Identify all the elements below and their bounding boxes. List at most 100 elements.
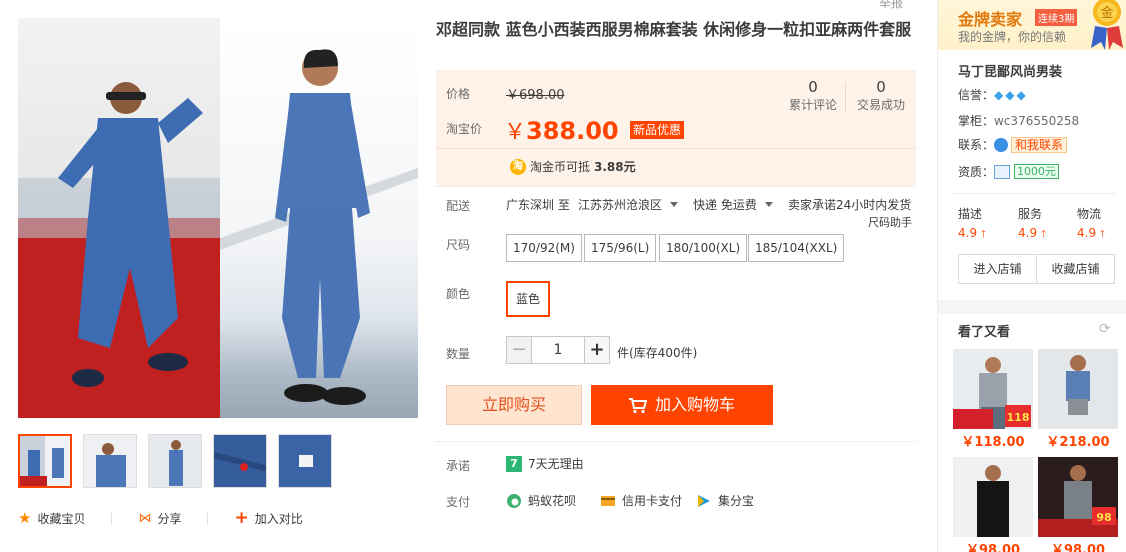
arrow-up-icon: 🡑 — [1040, 229, 1047, 240]
recommend-price: ￥98.00 — [1050, 543, 1106, 552]
jifenbao-icon — [698, 494, 710, 507]
svg-text:98: 98 — [1096, 511, 1111, 524]
qualification-row: 资质： 1000元 — [958, 163, 1060, 180]
thumbnail-5[interactable] — [278, 434, 332, 488]
seven-day-icon: 7 — [506, 455, 522, 472]
taobao-coin-line: 淘 淘金币可抵 3.88元 — [510, 158, 636, 175]
wangwang-icon — [994, 137, 1009, 152]
id-certificate-icon[interactable] — [994, 164, 1011, 179]
size-label: 尺码 — [446, 238, 471, 252]
gold-seller-banner: 金牌卖家 连续3期 我的金牌，你的信赖 金 — [938, 0, 1126, 50]
payment-label: 支付 — [446, 495, 471, 509]
diamond-icon: ◆ — [994, 87, 1004, 102]
price-panel: 价格 ￥698.00 淘宝价 ￥388.00 新品优惠 0 累计评论 0 交易成… — [436, 70, 916, 186]
size-helper-link[interactable]: 尺码助手 — [868, 214, 912, 230]
size-option[interactable]: 175/96(L) — [584, 234, 657, 262]
arrow-up-icon: 🡑 — [1099, 229, 1106, 240]
payment-credit-card[interactable]: 信用卡支付 — [600, 492, 682, 509]
quantity-input[interactable]: 1 — [532, 336, 584, 364]
recommend-item[interactable]: 98 ￥98.00 — [1038, 457, 1118, 552]
add-compare-button[interactable]: + 加入对比 — [234, 508, 302, 528]
taobao-price-label: 淘宝价 — [446, 122, 483, 136]
buy-now-button[interactable]: 立即购买 — [446, 385, 582, 425]
stock-text: 件(库存400件) — [617, 346, 698, 360]
thumbnail-2[interactable] — [83, 434, 137, 488]
main-image-left-photo — [18, 18, 220, 418]
quantity-label: 数量 — [446, 347, 471, 361]
recommend-price: ￥118.00 — [961, 435, 1025, 450]
original-price: ￥698.00 — [506, 88, 565, 103]
recommend-price: ￥218.00 — [1046, 435, 1110, 450]
counter-value: wc376550258 — [994, 113, 1080, 128]
chevron-down-icon — [764, 202, 773, 207]
add-to-cart-button[interactable]: 加入购物车 — [591, 385, 773, 425]
ship-promise: 卖家承诺24小时内发货 — [788, 198, 912, 212]
credit-card-icon — [601, 495, 615, 506]
refresh-icon[interactable]: ⟳ — [1099, 321, 1111, 337]
diamond-icon: ◆ — [1016, 87, 1026, 102]
recommend-item[interactable]: ￥218.00 — [1038, 349, 1118, 450]
cart-icon — [628, 397, 647, 413]
contact-row: 联系： 和我联系 — [958, 136, 1068, 153]
gold-medal-icon: 金 — [1091, 0, 1123, 50]
seller-sidebar: 金牌卖家 连续3期 我的金牌，你的信赖 金 马丁昆鄙风尚男装 信誉： ◆ ◆ ◆ 掌… — [937, 0, 1126, 552]
thumbnail-4[interactable] — [213, 434, 267, 488]
seven-day-return[interactable]: 7 7天无理由 — [506, 455, 584, 472]
shipping-label: 配送 — [446, 199, 471, 213]
quantity-decrement-button[interactable]: − — [506, 336, 532, 364]
thumbnail-strip — [18, 434, 332, 488]
rating-logistics: 物流 4.9 🡑 — [1077, 207, 1106, 240]
credit-row: 信誉： ◆ ◆ ◆ — [958, 87, 1026, 103]
ship-to-selector[interactable]: 江苏苏州沧浪区 — [578, 196, 679, 213]
product-title: 邓超同款 蓝色小西装西服男棉麻套装 休闲修身一粒扣亚麻两件套服 — [436, 20, 912, 39]
ship-from: 广东深圳 至 — [506, 198, 570, 212]
taobao-coin-icon: 淘 — [510, 158, 526, 175]
recommend-item[interactable]: ￥98.00 — [953, 457, 1033, 552]
svg-text:金: 金 — [1100, 5, 1113, 21]
counter-row: 掌柜： wc376550258 — [958, 113, 1080, 129]
share-icon: ⋈ — [138, 510, 152, 526]
gold-seller-slogan: 我的金牌，你的信赖 — [958, 30, 1067, 44]
rating-description: 描述 4.9 🡑 — [958, 207, 987, 240]
svg-text:118: 118 — [1007, 411, 1030, 424]
payment-huabei[interactable]: 蚂蚁花呗 — [506, 492, 576, 509]
sales-count-stat: 0 交易成功 — [856, 78, 905, 112]
color-label: 颜色 — [446, 287, 471, 301]
favorite-item-button[interactable]: ★ 收藏宝贝 — [18, 509, 85, 527]
size-option[interactable]: 185/104(XXL) — [748, 234, 845, 262]
rating-service: 服务 4.9 🡑 — [1018, 207, 1047, 240]
also-viewed-title: 看了又看 — [958, 325, 1011, 340]
report-link[interactable]: 举报 — [879, 0, 903, 11]
share-button[interactable]: ⋈ 分享 — [138, 510, 181, 527]
quantity-increment-button[interactable]: + — [584, 336, 610, 364]
arrow-up-icon: 🡑 — [980, 229, 987, 240]
shop-name[interactable]: 马丁昆鄙风尚男装 — [958, 61, 1062, 80]
star-icon: ★ — [18, 509, 32, 527]
recommend-price: ￥98.00 — [965, 543, 1021, 552]
huabei-icon — [507, 493, 521, 508]
recommend-item[interactable]: 118 ￥118.00 — [953, 349, 1033, 450]
deposit-badge[interactable]: 1000元 — [1014, 164, 1060, 179]
current-price: ￥388.00 — [504, 117, 619, 145]
size-option[interactable]: 180/100(XL) — [659, 234, 748, 262]
model-figure-illustration — [220, 49, 418, 405]
review-count-stat[interactable]: 0 累计评论 — [780, 78, 846, 113]
diamond-icon: ◆ — [1005, 87, 1015, 102]
gold-seller-title: 金牌卖家 — [958, 10, 1023, 29]
size-option[interactable]: 170/92(M) — [506, 234, 582, 262]
plus-icon: + — [234, 508, 249, 528]
color-option-selected[interactable]: 蓝色 — [506, 281, 550, 317]
promise-label: 承诺 — [446, 459, 471, 473]
compare-label: 加入对比 — [254, 511, 303, 526]
favorite-shop-button[interactable]: 收藏店铺 — [1036, 254, 1115, 284]
price-label: 价格 — [446, 87, 471, 101]
gallery-actions: ★ 收藏宝贝 ⋈ 分享 + 加入对比 — [18, 508, 303, 528]
thumbnail-1[interactable] — [18, 434, 72, 488]
ship-method-selector[interactable]: 快递 免运费 — [693, 196, 773, 213]
thumbnail-3[interactable] — [148, 434, 202, 488]
enter-shop-button[interactable]: 进入店铺 — [958, 254, 1037, 284]
main-product-image[interactable] — [18, 18, 418, 418]
payment-jifenbao[interactable]: 集分宝 — [696, 492, 754, 509]
contact-seller-button[interactable]: 和我联系 — [1011, 136, 1068, 153]
share-label: 分享 — [157, 511, 182, 526]
